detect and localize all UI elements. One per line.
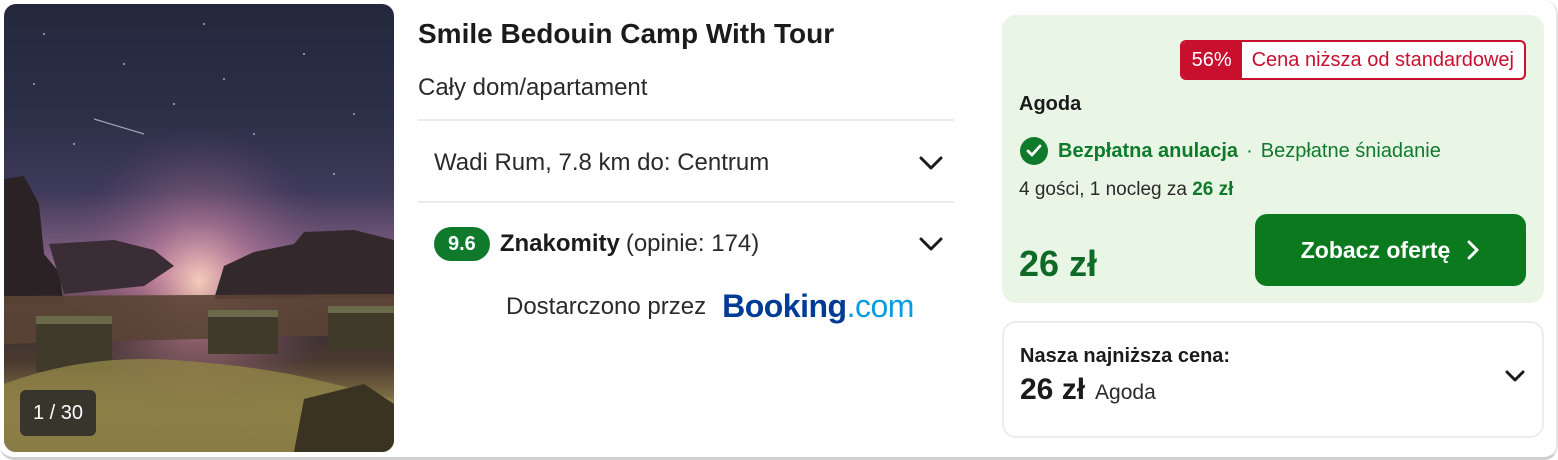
location-row[interactable]: Wadi Rum, 7.8 km do: Centrum xyxy=(434,146,944,180)
deal-price: 26 zł xyxy=(1019,243,1098,284)
booking-logo: Booking.com xyxy=(722,288,914,324)
free-breakfast: Bezpłatne śniadanie xyxy=(1260,139,1441,162)
deal-provider: Agoda xyxy=(1019,93,1082,115)
rating-word: Znakomity xyxy=(499,230,620,257)
divider xyxy=(418,119,954,121)
guests-summary: 4 gości, 1 nocleg za 26 zł xyxy=(1019,179,1234,200)
chevron-down-icon[interactable] xyxy=(918,231,944,257)
divider xyxy=(418,201,954,203)
provided-by-label: Dostarczono przez xyxy=(506,292,707,320)
lowest-price-box[interactable]: Nasza najniższa cena: 26 zł Agoda xyxy=(1002,321,1544,438)
photo-counter: 1 / 30 xyxy=(20,390,96,436)
chevron-down-icon[interactable] xyxy=(1502,363,1528,389)
free-cancellation: Bezpłatna anulacja xyxy=(1058,139,1239,162)
perk-separator: · xyxy=(1246,139,1253,162)
provided-by: Dostarczono przez Booking.com xyxy=(506,288,914,325)
rating-score-badge: 9.6 xyxy=(434,227,490,261)
lowest-price-label: Nasza najniższa cena: xyxy=(1020,345,1231,367)
discount-label: Cena niższa od standardowej xyxy=(1251,48,1514,71)
rating-row[interactable]: 9.6 Znakomity (opinie: 174) xyxy=(434,226,944,262)
location-text: Wadi Rum, 7.8 km do: Centrum xyxy=(434,149,770,176)
deal-box: 56% Cena niższa od standardowej Agoda Be… xyxy=(1002,15,1544,303)
hotel-result-card: 1 / 30 Smile Bedouin Camp With Tour Cały… xyxy=(0,0,1558,460)
lowest-price-provider: Agoda xyxy=(1095,381,1156,404)
deal-perks: Bezpłatna anulacja · Bezpłatne śniadanie xyxy=(1020,137,1441,165)
lowest-price-row: 26 zł Agoda xyxy=(1020,373,1156,407)
chevron-down-icon[interactable] xyxy=(918,150,944,176)
review-count: (opinie: 174) xyxy=(625,230,760,257)
view-offer-label: Zobacz ofertę xyxy=(1300,236,1451,263)
guests-price: 26 zł xyxy=(1192,179,1234,200)
view-offer-button[interactable]: Zobacz ofertę xyxy=(1255,214,1526,286)
discount-percent: 56% xyxy=(1181,42,1242,78)
check-circle-icon xyxy=(1020,137,1048,165)
hotel-photo[interactable]: 1 / 30 xyxy=(4,4,394,452)
discount-badge: 56% Cena niższa od standardowej xyxy=(1179,40,1526,80)
chevron-right-icon xyxy=(1466,239,1480,261)
hotel-name[interactable]: Smile Bedouin Camp With Tour xyxy=(418,18,834,50)
property-type: Cały dom/apartament xyxy=(418,74,648,101)
desert-night-image xyxy=(4,4,394,452)
lowest-price-amount: 26 zł xyxy=(1020,373,1086,406)
